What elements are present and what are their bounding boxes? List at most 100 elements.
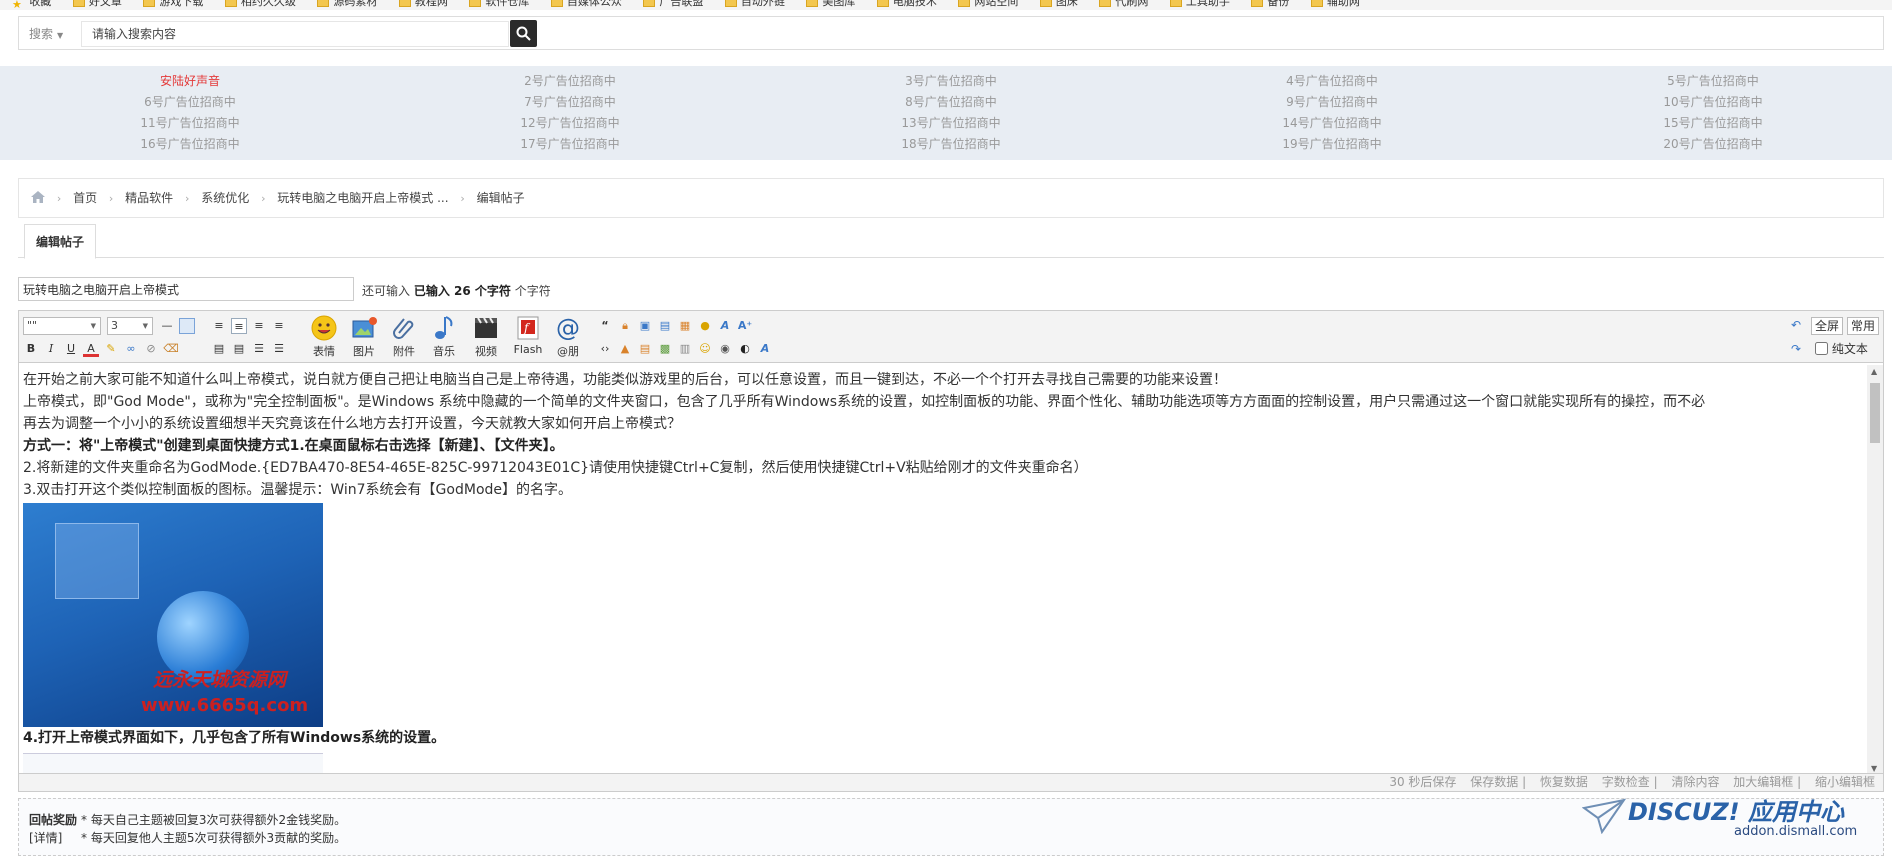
bookmark-item[interactable]: 网站空间	[958, 0, 1018, 7]
lock-icon[interactable]: ▲	[617, 341, 633, 357]
free-icon[interactable]: ▣	[637, 318, 653, 334]
underline-icon[interactable]: U	[63, 341, 79, 357]
table-icon[interactable]	[179, 318, 195, 334]
ad-slot[interactable]: 7号广告位招商中	[470, 93, 670, 110]
restore-data-link[interactable]: 恢复数据	[1540, 775, 1588, 789]
bold-icon[interactable]: B	[23, 341, 39, 357]
unlink-icon[interactable]: ⊘	[143, 341, 159, 357]
ad-slot[interactable]: 3号广告位招商中	[851, 72, 1051, 89]
ad-slot[interactable]: 13号广告位招商中	[851, 114, 1051, 131]
undo-icon[interactable]: ↶	[1791, 317, 1801, 335]
video-button[interactable]: 视频	[467, 315, 505, 359]
reward-icon[interactable]: ▤	[637, 341, 653, 357]
ad-slot[interactable]: 8号广告位招商中	[851, 93, 1051, 110]
ad-slot[interactable]: 19号广告位招商中	[1232, 135, 1432, 152]
content-image-godmode-window[interactable]	[23, 753, 323, 773]
scrollbar-thumb[interactable]	[1870, 383, 1880, 443]
search-button[interactable]	[510, 20, 537, 47]
float-left-icon[interactable]: ≡	[211, 318, 227, 334]
bookmark-item[interactable]: 电脑技术	[876, 0, 937, 7]
font-size-select[interactable]: 3 ▼	[107, 317, 153, 335]
image-button[interactable]: 图片	[345, 315, 383, 359]
bookmark-item[interactable]: 收藏	[29, 0, 51, 7]
bookmark-item[interactable]: 游戏下载	[143, 0, 203, 7]
align-right-icon[interactable]: ≡	[271, 318, 287, 334]
font-style-icon[interactable]: A	[717, 318, 733, 334]
breadcrumb-home[interactable]: 首页	[73, 191, 97, 205]
highlight-icon[interactable]: ✎	[103, 341, 119, 357]
attachment-button[interactable]: 附件	[385, 315, 423, 359]
ad-slot[interactable]: 9号广告位招商中	[1232, 93, 1432, 110]
editor-scrollbar[interactable]: ▲ ▼	[1867, 365, 1883, 775]
ad-slot[interactable]: 12号广告位招商中	[470, 114, 670, 131]
ordered-list-icon[interactable]: ☰	[251, 341, 267, 357]
bookmark-item[interactable]: 自媒体公众	[550, 0, 622, 7]
reward-detail-link[interactable]: [详情]	[29, 829, 81, 847]
enlarge-editor-link[interactable]: 加大编辑框	[1733, 775, 1793, 789]
bullet-list-icon[interactable]: ☰	[271, 341, 287, 357]
user-icon[interactable]: ☺	[697, 341, 713, 357]
ad-slot[interactable]: 4号广告位招商中	[1232, 72, 1432, 89]
font-color-icon[interactable]: A	[83, 341, 99, 357]
outdent-icon[interactable]: ▤	[231, 341, 247, 357]
bookmark-item[interactable]: 辅助网	[1310, 0, 1360, 7]
code-icon[interactable]: ‹›	[597, 341, 613, 357]
image-gallery-icon[interactable]: ▩	[657, 341, 673, 357]
ad-slot[interactable]: 10号广告位招商中	[1613, 93, 1813, 110]
indent-icon[interactable]: ▤	[211, 341, 227, 357]
save-data-link[interactable]: 保存数据	[1470, 775, 1518, 789]
template-icon[interactable]: ▥	[677, 341, 693, 357]
bookmark-item[interactable]: 代刷网	[1099, 0, 1148, 7]
fullscreen-button[interactable]: 全屏	[1811, 317, 1844, 335]
ad-slot[interactable]: 安陆好声音	[90, 72, 290, 89]
bookmark-item[interactable]: 源码素材	[317, 0, 377, 7]
font-family-select[interactable]: "" ▼	[23, 317, 101, 335]
ad-slot[interactable]: 11号广告位招商中	[90, 114, 290, 131]
ad-slot[interactable]: 14号广告位招商中	[1232, 114, 1432, 131]
bookmark-item[interactable]: 广告联盟	[643, 0, 703, 7]
hide-icon[interactable]: 🔒︎	[617, 318, 633, 334]
content-image-godmode-icon[interactable]: 远永天城资源网 www.6665q.com	[23, 503, 323, 727]
flash-button[interactable]: f Flash	[509, 315, 547, 359]
breadcrumb-subcategory[interactable]: 系统优化	[201, 191, 249, 205]
text-effect-icon[interactable]: A	[757, 341, 773, 357]
breadcrumb-thread[interactable]: 玩转电脑之电脑开启上帝模式 ...	[277, 191, 448, 205]
ad-slot[interactable]: 16号广告位招商中	[90, 135, 290, 152]
breadcrumb-category[interactable]: 精品软件	[125, 191, 173, 205]
horizontal-rule-icon[interactable]: —	[159, 318, 175, 334]
mention-button[interactable]: @ @朋	[549, 315, 587, 359]
scroll-up-icon[interactable]: ▲	[1871, 367, 1877, 376]
redo-icon[interactable]: ↷	[1791, 341, 1801, 359]
bookmark-item[interactable]: 工具助手	[1169, 0, 1230, 7]
page-break-icon[interactable]: ▤	[657, 318, 673, 334]
bookmark-item[interactable]: 软件仓库	[469, 0, 529, 7]
circle-icon[interactable]: ◉	[717, 341, 733, 357]
emoji-button[interactable]: 表情	[305, 315, 343, 359]
bookmark-item[interactable]: 自动外链	[724, 0, 785, 7]
ad-slot[interactable]: 18号广告位招商中	[851, 135, 1051, 152]
bookmark-item[interactable]: 相约久久级	[224, 0, 296, 7]
ad-slot[interactable]: 20号广告位招商中	[1613, 135, 1813, 152]
clear-content-link[interactable]: 清除内容	[1671, 775, 1719, 789]
word-count-link[interactable]: 字数检查	[1602, 775, 1650, 789]
link-icon[interactable]: ∞	[123, 341, 139, 357]
bookmark-item[interactable]: 备份	[1251, 0, 1289, 7]
ad-slot[interactable]: 2号广告位招商中	[470, 72, 670, 89]
search-input[interactable]	[81, 21, 509, 47]
superscript-icon[interactable]: A⁺	[737, 318, 753, 334]
tab-edit-post[interactable]: 编辑帖子	[24, 224, 96, 259]
quote-icon[interactable]: “	[597, 318, 613, 334]
music-button[interactable]: 音乐	[425, 315, 463, 359]
title-input[interactable]	[18, 277, 354, 301]
plain-text-toggle[interactable]: 纯文本	[1815, 341, 1868, 359]
ad-slot[interactable]: 17号广告位招商中	[470, 135, 670, 152]
penguin-icon[interactable]: ◐	[737, 341, 753, 357]
search-type-dropdown[interactable]: 搜索 ▼	[25, 23, 81, 45]
shrink-editor-link[interactable]: 缩小编辑框	[1815, 775, 1875, 789]
editor-content[interactable]: 在开始之前大家可能不知道什么叫上帝模式，说白就方便自己把让电脑当自己是上帝待遇，…	[23, 369, 1861, 773]
bookmark-item[interactable]: 好文章	[72, 0, 122, 7]
italic-icon[interactable]: I	[43, 341, 59, 357]
ad-slot[interactable]: 15号广告位招商中	[1613, 114, 1813, 131]
scroll-down-icon[interactable]: ▼	[1871, 764, 1877, 773]
align-center-icon[interactable]: ≡	[251, 318, 267, 334]
